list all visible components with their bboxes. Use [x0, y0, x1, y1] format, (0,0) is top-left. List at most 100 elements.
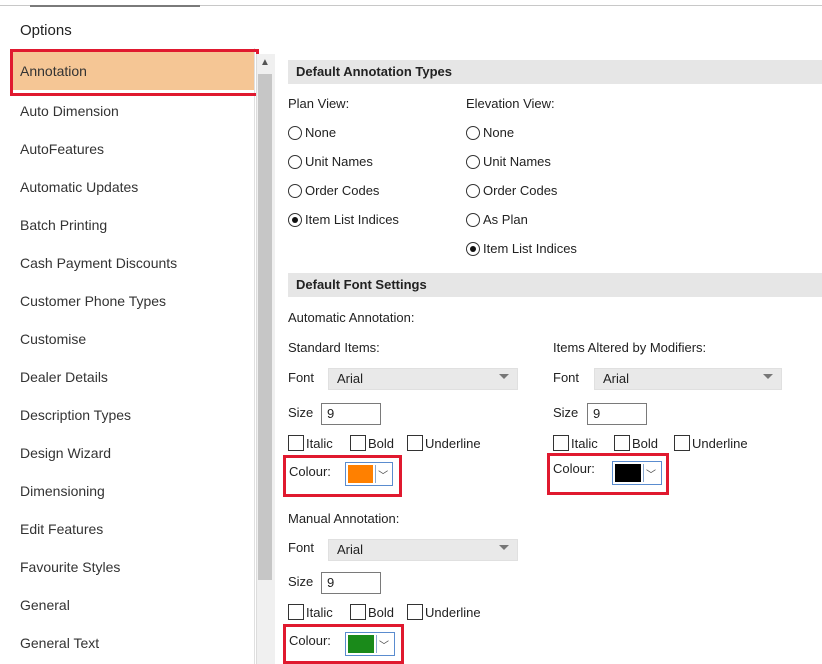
manual-underline-checkbox[interactable]: Underline — [407, 604, 481, 620]
sidebar-item-edit-features[interactable]: Edit Features — [10, 510, 254, 548]
manual-size-label: Size — [288, 574, 314, 589]
manual-size-input[interactable]: 9 — [321, 572, 381, 594]
checkbox-icon — [407, 435, 423, 451]
sidebar-item-label: Customer Phone Types — [20, 293, 167, 309]
sidebar-item-favourite-styles[interactable]: Favourite Styles — [10, 548, 254, 586]
standard-underline-checkbox[interactable]: Underline — [407, 435, 481, 451]
manual-annotation-label: Manual Annotation: — [288, 511, 400, 526]
sidebar-item-label: Auto Dimension — [20, 103, 119, 119]
standard-bold-checkbox[interactable]: Bold — [350, 435, 394, 451]
top-tab-indicator — [30, 5, 200, 10]
section-header-annotation-types: Default Annotation Types — [288, 60, 822, 84]
checkbox-label: Italic — [306, 435, 333, 451]
font-value: Arial — [337, 542, 364, 557]
checkbox-icon — [553, 435, 569, 451]
plan-radio-order-codes[interactable]: Order Codes — [288, 183, 379, 198]
checkbox-icon — [674, 435, 690, 451]
highlight-annotation — [10, 49, 259, 96]
standard-italic-checkbox[interactable]: Italic — [288, 435, 333, 451]
sidebar-item-dealer-details[interactable]: Dealer Details — [10, 358, 254, 396]
sidebar-item-automatic-updates[interactable]: Automatic Updates — [10, 168, 254, 206]
manual-font-dropdown[interactable]: Arial — [328, 539, 518, 561]
elev-radio-order-codes[interactable]: Order Codes — [466, 183, 557, 198]
radio-selected-icon — [466, 241, 480, 256]
sidebar-item-batch-printing[interactable]: Batch Printing — [10, 206, 254, 244]
altered-items-label: Items Altered by Modifiers: — [553, 340, 707, 355]
chevron-down-icon — [499, 374, 509, 379]
standard-items-label: Standard Items: — [288, 340, 380, 355]
automatic-annotation-label: Automatic Annotation: — [288, 310, 415, 325]
sidebar-item-cash-payment-discounts[interactable]: Cash Payment Discounts — [10, 244, 254, 282]
altered-size-input[interactable]: 9 — [587, 403, 647, 425]
sidebar-item-label: Batch Printing — [20, 217, 108, 233]
checkbox-label: Underline — [425, 604, 481, 620]
checkbox-icon — [288, 604, 304, 620]
sidebar-item-label: General Text — [20, 635, 100, 651]
sidebar-item-customise[interactable]: Customise — [10, 320, 254, 358]
radio-label: None — [483, 125, 515, 140]
radio-label: As Plan — [483, 212, 528, 227]
altered-italic-checkbox[interactable]: Italic — [553, 435, 598, 451]
radio-icon — [288, 154, 302, 169]
sidebar-item-dimensioning[interactable]: Dimensioning — [10, 472, 254, 510]
sidebar-item-autofeatures[interactable]: AutoFeatures — [10, 130, 254, 168]
chevron-down-icon — [499, 545, 509, 550]
sidebar-item-general[interactable]: General — [10, 586, 254, 624]
sidebar-item-auto-dimension[interactable]: Auto Dimension — [10, 92, 254, 130]
radio-label: Unit Names — [483, 154, 551, 169]
checkbox-label: Underline — [425, 435, 481, 451]
checkbox-icon — [350, 435, 366, 451]
checkbox-label: Italic — [571, 435, 598, 451]
altered-font-label: Font — [553, 370, 580, 385]
radio-icon — [288, 183, 302, 198]
radio-label: Order Codes — [483, 183, 558, 198]
elev-radio-item-list-indices[interactable]: Item List Indices — [466, 241, 577, 256]
standard-font-label: Font — [288, 370, 315, 385]
elev-radio-unit-names[interactable]: Unit Names — [466, 154, 551, 169]
plan-radio-unit-names[interactable]: Unit Names — [288, 154, 373, 169]
sidebar-item-general-text[interactable]: General Text — [10, 624, 254, 662]
elev-radio-as-plan[interactable]: As Plan — [466, 212, 528, 227]
plan-radio-none[interactable]: None — [288, 125, 336, 140]
sidebar: Annotation Auto Dimension AutoFeatures A… — [10, 48, 255, 664]
scroll-up-arrow-icon[interactable]: ▲ — [258, 56, 272, 70]
scrollbar-thumb[interactable] — [258, 74, 272, 580]
sidebar-item-label: Automatic Updates — [20, 179, 139, 195]
elev-radio-none[interactable]: None — [466, 125, 514, 140]
sidebar-item-label: Description Types — [20, 407, 132, 423]
plan-view-label: Plan View: — [288, 96, 350, 111]
standard-size-input[interactable]: 9 — [321, 403, 381, 425]
radio-selected-icon — [288, 212, 302, 227]
plan-radio-item-list-indices[interactable]: Item List Indices — [288, 212, 399, 227]
window-title: Options — [20, 22, 72, 39]
sidebar-item-label: Design Wizard — [20, 445, 112, 461]
radio-label: Order Codes — [305, 183, 380, 198]
radio-label: Item List Indices — [305, 212, 399, 227]
manual-bold-checkbox[interactable]: Bold — [350, 604, 394, 620]
altered-underline-checkbox[interactable]: Underline — [674, 435, 748, 451]
radio-icon — [466, 183, 480, 198]
elevation-view-label: Elevation View: — [466, 96, 555, 111]
checkbox-label: Bold — [368, 435, 395, 451]
font-value: Arial — [603, 371, 630, 386]
checkbox-label: Italic — [306, 604, 333, 620]
checkbox-icon — [350, 604, 366, 620]
sidebar-item-description-types[interactable]: Description Types — [10, 396, 254, 434]
standard-size-label: Size — [288, 405, 314, 420]
standard-font-dropdown[interactable]: Arial — [328, 368, 518, 390]
altered-font-dropdown[interactable]: Arial — [594, 368, 782, 390]
sidebar-item-label: Favourite Styles — [20, 559, 121, 575]
highlight-manual-colour — [283, 624, 404, 664]
altered-bold-checkbox[interactable]: Bold — [614, 435, 658, 451]
radio-icon — [288, 125, 302, 140]
radio-icon — [466, 125, 480, 140]
sidebar-item-label: General — [20, 597, 70, 613]
radio-label: None — [305, 125, 337, 140]
sidebar-item-design-wizard[interactable]: Design Wizard — [10, 434, 254, 472]
radio-icon — [466, 212, 480, 227]
sidebar-item-customer-phone-types[interactable]: Customer Phone Types — [10, 282, 254, 320]
chevron-down-icon — [763, 374, 773, 379]
sidebar-item-label: Edit Features — [20, 521, 104, 537]
sidebar-item-label: AutoFeatures — [20, 141, 105, 157]
manual-italic-checkbox[interactable]: Italic — [288, 604, 333, 620]
